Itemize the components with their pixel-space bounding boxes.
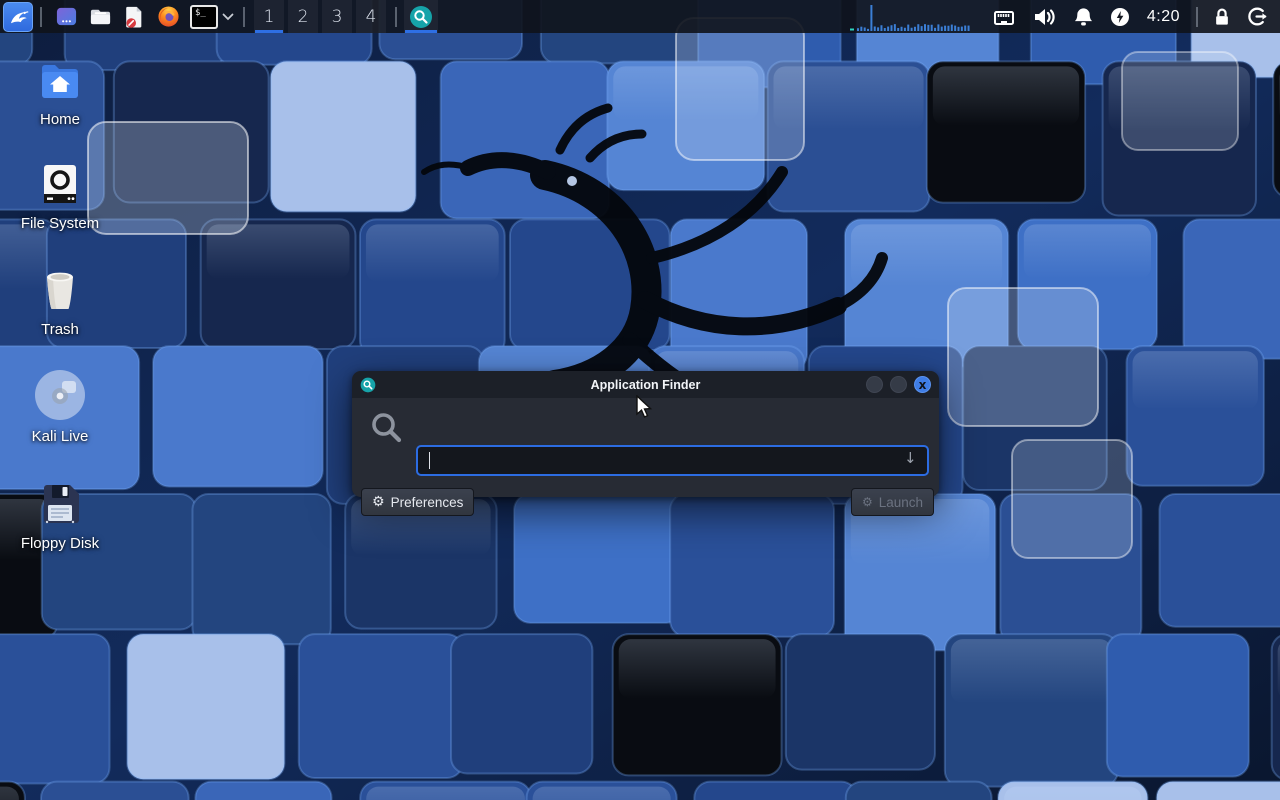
app-finder-icon bbox=[409, 5, 433, 29]
lock-icon bbox=[1213, 7, 1231, 27]
volume-control[interactable] bbox=[1032, 5, 1057, 29]
preferences-label: Preferences bbox=[391, 495, 464, 510]
desktop-icon-file-system[interactable]: File System bbox=[12, 156, 108, 232]
hard-drive-icon bbox=[36, 160, 84, 208]
folder-icon bbox=[89, 5, 112, 28]
desktop-icon-label: Kali Live bbox=[12, 428, 108, 445]
text-caret bbox=[429, 452, 430, 469]
launch-button[interactable]: ⚙ Launch bbox=[851, 488, 934, 516]
window-title: Application Finder bbox=[352, 378, 939, 392]
power-bolt-icon bbox=[1110, 7, 1130, 27]
desktop-icon-label: File System bbox=[12, 215, 108, 232]
power-manager[interactable] bbox=[1110, 7, 1130, 27]
workspace-3-label: 3 bbox=[332, 7, 343, 27]
finder-body: ↓ ⚙ Preferences ⚙ Launch bbox=[352, 398, 939, 497]
top-panel: $_ 1 2 3 4 bbox=[0, 0, 1280, 33]
workspace-4[interactable]: 4 bbox=[356, 0, 386, 33]
terminal-launcher[interactable]: $_ bbox=[190, 5, 218, 29]
launch-label: Launch bbox=[879, 495, 923, 510]
close-button[interactable]: x bbox=[914, 376, 931, 393]
maximize-button[interactable] bbox=[890, 376, 907, 393]
search-input[interactable] bbox=[416, 445, 929, 476]
application-finder-icon bbox=[360, 377, 376, 393]
titlebar[interactable]: Application Finder x bbox=[352, 371, 939, 398]
search-icon bbox=[369, 410, 405, 446]
text-editor-icon bbox=[123, 5, 145, 29]
lock-screen-button[interactable] bbox=[1213, 7, 1231, 27]
window-icon bbox=[55, 5, 78, 28]
workspace-3[interactable]: 3 bbox=[322, 0, 352, 33]
logout-icon bbox=[1247, 6, 1268, 27]
terminal-dropdown-button[interactable] bbox=[220, 4, 236, 30]
live-disc-icon bbox=[34, 369, 86, 421]
panel-separator bbox=[40, 7, 42, 27]
file-manager-launcher[interactable] bbox=[88, 4, 112, 30]
panel-separator bbox=[243, 7, 245, 27]
preferences-button[interactable]: ⚙ Preferences bbox=[361, 488, 474, 516]
gear-icon: ⚙ bbox=[372, 495, 385, 509]
cpu-graph[interactable] bbox=[850, 0, 972, 33]
text-editor-launcher[interactable] bbox=[122, 4, 146, 30]
workspace-1[interactable]: 1 bbox=[254, 0, 284, 33]
app-finder-taskbar-button[interactable] bbox=[404, 0, 438, 33]
launch-gear-icon: ⚙ bbox=[862, 496, 873, 508]
ethernet-icon bbox=[992, 5, 1016, 29]
workspace-4-label: 4 bbox=[366, 7, 377, 27]
terminal-prompt-glyph: $_ bbox=[195, 8, 206, 18]
applications-menu-button[interactable] bbox=[3, 2, 33, 32]
workspace-1-label: 1 bbox=[264, 7, 275, 27]
panel-separator bbox=[1196, 7, 1198, 27]
desktop-icon-trash[interactable]: Trash bbox=[12, 262, 108, 338]
close-icon: x bbox=[919, 379, 927, 391]
network-indicator[interactable] bbox=[992, 5, 1016, 29]
chevron-down-icon bbox=[222, 11, 234, 23]
workspace-2[interactable]: 2 bbox=[288, 0, 318, 33]
home-folder-icon bbox=[36, 56, 84, 104]
firefox-launcher[interactable] bbox=[156, 4, 180, 30]
application-finder-window: Application Finder x ↓ ⚙ Preferences ⚙ L… bbox=[352, 371, 939, 497]
minimize-button[interactable] bbox=[866, 376, 883, 393]
speaker-icon bbox=[1032, 5, 1057, 29]
notifications[interactable] bbox=[1073, 6, 1094, 28]
desktop-icon-kali-live[interactable]: Kali Live bbox=[12, 369, 108, 445]
workspace-2-label: 2 bbox=[298, 7, 309, 27]
trash-can-icon bbox=[36, 266, 84, 314]
desktop-icon-label: Home bbox=[12, 111, 108, 128]
logout-button[interactable] bbox=[1247, 6, 1268, 27]
bell-icon bbox=[1073, 6, 1094, 28]
floppy-disk-icon bbox=[36, 480, 84, 528]
desktop-icon-floppy-disk[interactable]: Floppy Disk bbox=[12, 476, 108, 552]
desktop-icon-label: Trash bbox=[12, 321, 108, 338]
desktop-icon-label: Floppy Disk bbox=[12, 535, 108, 552]
panel-separator bbox=[395, 7, 397, 27]
window-manager-launcher[interactable] bbox=[54, 4, 78, 30]
desktop-icon-home[interactable]: Home bbox=[12, 52, 108, 128]
kali-logo-icon bbox=[7, 6, 29, 28]
system-tray: 4:20 bbox=[850, 0, 1280, 33]
firefox-icon bbox=[157, 5, 180, 28]
clock[interactable]: 4:20 bbox=[1147, 8, 1180, 26]
